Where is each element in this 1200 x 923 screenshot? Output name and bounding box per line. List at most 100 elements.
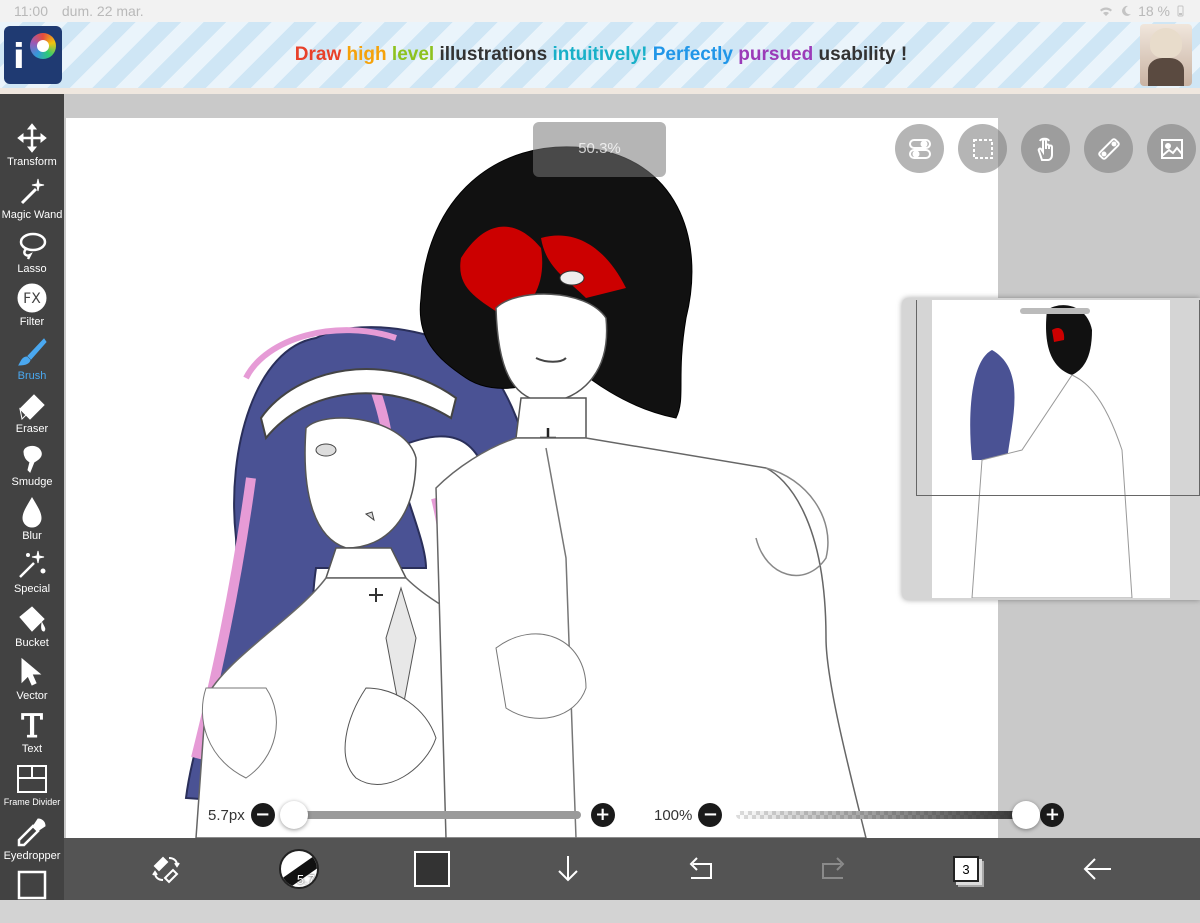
- color-button[interactable]: [410, 838, 454, 900]
- tool-sidebar: Transform Magic Wand Lasso FX Filter Brush Era…: [0, 94, 64, 900]
- banner-word: illustrations: [439, 44, 553, 65]
- back-button[interactable]: [1076, 838, 1120, 900]
- tool-label: Transform: [7, 156, 57, 168]
- tool-label: Brush: [17, 369, 47, 382]
- status-time: 11:00: [14, 3, 48, 19]
- svg-text:FX: FX: [23, 291, 41, 307]
- layers-icon: 3: [953, 856, 979, 882]
- tool-label: Special: [13, 583, 51, 596]
- opacity-track[interactable]: [736, 801, 1041, 829]
- opacity-label: 100%: [654, 806, 693, 824]
- tool-lasso[interactable]: Lasso: [0, 229, 64, 282]
- drawing-canvas[interactable]: [66, 118, 998, 838]
- tool-brush[interactable]: Brush: [0, 336, 64, 389]
- brush-size-label: 5.7px: [208, 806, 245, 824]
- canvas-icon: [17, 871, 47, 900]
- banner-word: high: [346, 44, 392, 65]
- sparkle-icon: [19, 551, 46, 579]
- tool-label: Smudge: [11, 476, 53, 489]
- tool-label: Frame Divider: [3, 796, 61, 807]
- cursor-icon: [21, 657, 42, 686]
- tool-label: Blur: [22, 529, 42, 542]
- drop-icon: [22, 496, 42, 528]
- smudge-icon: [23, 446, 42, 474]
- status-date: dum. 22 mar.: [61, 3, 144, 19]
- tool-canvas[interactable]: [0, 869, 64, 922]
- tool-bucket[interactable]: Bucket: [0, 603, 64, 656]
- opacity-slider-row: 100% − +: [654, 801, 1094, 829]
- lasso-icon: [19, 232, 47, 260]
- brush-size-slider-row: 5.7px − +: [208, 801, 628, 829]
- navigator-panel[interactable]: [902, 298, 1200, 600]
- eyedropper-icon: [17, 818, 46, 847]
- tool-label: Eyedropper: [3, 850, 61, 863]
- navigator-drag-handle[interactable]: [1020, 308, 1090, 314]
- back-arrow-icon: [1083, 858, 1111, 880]
- opacity-knob[interactable]: [1012, 801, 1041, 829]
- undo-button[interactable]: [678, 838, 722, 900]
- top-strip: [0, 88, 1200, 94]
- tool-frame-divider[interactable]: Frame Divider: [0, 763, 64, 816]
- banner-character-image: [1140, 24, 1192, 86]
- redo-icon: [822, 857, 845, 879]
- bucket-icon: [19, 605, 46, 632]
- brush-size-increase-button[interactable]: +: [590, 803, 615, 827]
- moon-icon: [1122, 5, 1132, 16]
- tool-eyedropper[interactable]: Eyedropper: [0, 816, 64, 869]
- brush-size-knob[interactable]: [279, 801, 308, 829]
- reference-image-icon: [1160, 138, 1183, 159]
- banner-word: !: [900, 44, 908, 65]
- brush-icon: [18, 337, 47, 366]
- status-bar: 11:00 dum. 22 mar. 18 %: [0, 0, 1200, 22]
- hand-button[interactable]: [1021, 124, 1070, 173]
- canvas-top-buttons: [895, 124, 1200, 173]
- brush-size-value: 5.7: [296, 872, 315, 887]
- tool-special[interactable]: Special: [0, 549, 64, 602]
- battery-percent: 18 %: [1138, 3, 1170, 19]
- banner-word: pursued: [738, 44, 819, 65]
- banner-word: Draw: [294, 44, 347, 65]
- tool-label: Magic Wand: [1, 209, 63, 222]
- toggle-button[interactable]: [895, 124, 944, 173]
- magic-wand-icon: [20, 179, 45, 205]
- svg-text:T: T: [21, 709, 43, 741]
- download-icon: [558, 856, 578, 882]
- navigator-viewport-frame[interactable]: [916, 300, 1200, 496]
- tool-magic-wand[interactable]: Magic Wand: [0, 175, 64, 228]
- brush-selector-button[interactable]: 5.7: [276, 838, 322, 900]
- tool-blur[interactable]: Blur: [0, 496, 64, 549]
- tool-filter[interactable]: FX Filter: [0, 282, 64, 335]
- selection-button[interactable]: [958, 124, 1007, 173]
- tool-label: Lasso: [17, 262, 47, 275]
- swap-brush-eraser-button[interactable]: [144, 838, 188, 900]
- brush-size-decrease-button[interactable]: −: [250, 803, 275, 827]
- ruler-button[interactable]: [1084, 124, 1133, 173]
- zoom-indicator: 50.3%: [533, 122, 666, 177]
- tool-smudge[interactable]: Smudge: [0, 442, 64, 495]
- reference-image-button[interactable]: [1147, 124, 1196, 173]
- move-arrows-icon: [17, 123, 47, 153]
- tool-eraser[interactable]: Eraser: [0, 389, 64, 442]
- opacity-increase-button[interactable]: +: [1040, 803, 1065, 827]
- redo-button[interactable]: [812, 838, 856, 900]
- tool-label: Eraser: [15, 422, 49, 435]
- tool-vector[interactable]: Vector: [0, 656, 64, 709]
- status-right: 18 %: [1098, 3, 1186, 19]
- brush-size-track[interactable]: [279, 801, 581, 829]
- download-button[interactable]: [546, 838, 590, 900]
- layers-button[interactable]: 3: [944, 838, 988, 900]
- ruler-icon: [1097, 137, 1120, 160]
- tool-transform[interactable]: Transform: [0, 122, 64, 175]
- ad-banner[interactable]: i Draw high level illustrations intuitiv…: [0, 22, 1200, 88]
- toggle-icon: [908, 138, 931, 159]
- hand-icon: [1037, 137, 1053, 161]
- tool-label: Bucket: [15, 636, 49, 649]
- banner-word: usability: [818, 44, 901, 65]
- wifi-icon: [1100, 7, 1113, 16]
- status-left: 11:00 dum. 22 mar.: [14, 3, 154, 19]
- tool-text[interactable]: T Text: [0, 709, 64, 762]
- banner-word: Perfectly: [652, 44, 739, 65]
- swap-eraser-icon: [152, 856, 180, 884]
- opacity-decrease-button[interactable]: −: [698, 803, 723, 827]
- eraser-icon: [19, 394, 45, 420]
